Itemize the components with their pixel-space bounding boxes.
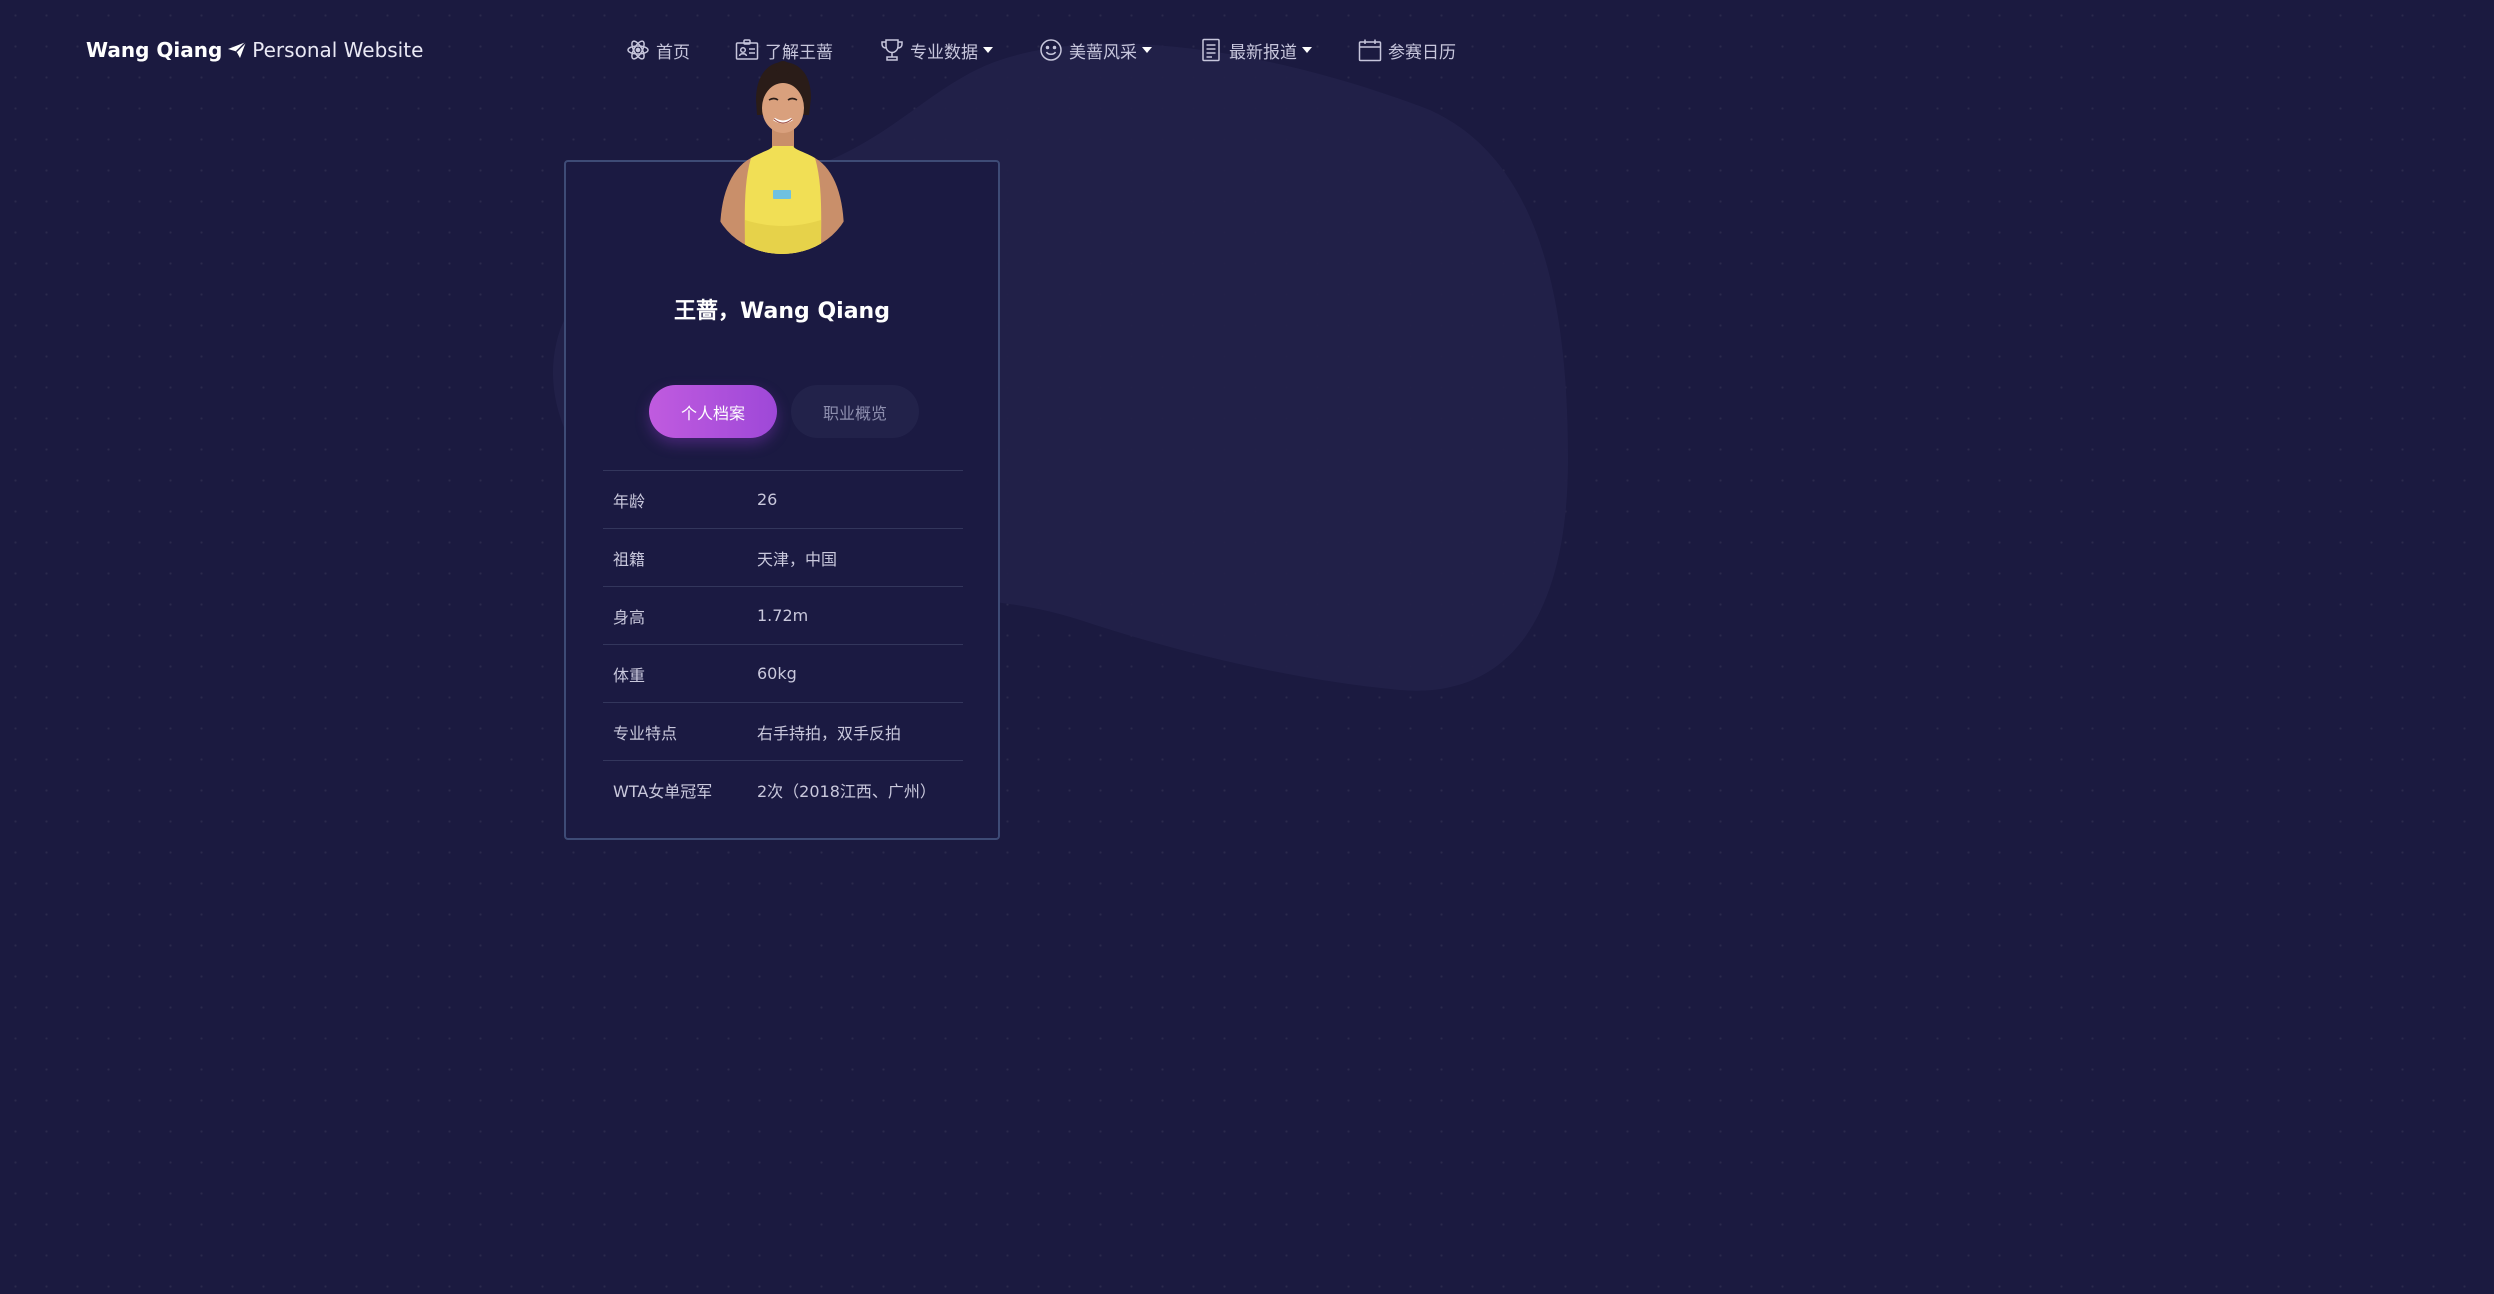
nav-item-calendar[interactable]: 参赛日历 (1358, 34, 1456, 66)
table-row: 年龄 26 (603, 470, 963, 529)
row-label: 专业特点 (613, 723, 678, 743)
smile-icon (1039, 38, 1063, 62)
chevron-down-icon (983, 47, 993, 53)
chevron-down-icon (1142, 47, 1152, 53)
trophy-icon (880, 38, 904, 62)
nav-label: 了解王蔷 (765, 42, 833, 63)
row-value: 1.72m (757, 606, 809, 625)
player-name: 王蔷，Wang Qiang (674, 299, 890, 324)
table-row: 身高 1.72m (603, 586, 963, 645)
row-value: 26 (757, 490, 778, 509)
table-row: 专业特点 右手持拍，双手反拍 (603, 702, 963, 761)
nav-label: 首页 (656, 42, 690, 63)
profile-tabs: 个人档案 职业概览 (649, 385, 919, 438)
tab-profile[interactable]: 个人档案 (649, 385, 777, 438)
nav-label: 专业数据 (910, 42, 978, 63)
nav-item-gallery[interactable]: 美蔷风采 (1039, 34, 1152, 66)
row-value: 2次（2018江西、广州） (757, 781, 936, 801)
row-label: 体重 (613, 665, 646, 685)
news-icon (1199, 38, 1223, 62)
row-label: WTA女单冠军 (613, 781, 713, 801)
table-row: 祖籍 天津，中国 (603, 528, 963, 587)
row-label: 年龄 (613, 491, 646, 511)
nav-item-home[interactable]: 首页 (626, 34, 690, 66)
player-avatar (711, 60, 853, 254)
row-value: 天津，中国 (757, 549, 838, 569)
nav-item-stats[interactable]: 专业数据 (880, 34, 993, 66)
row-value: 60kg (757, 664, 797, 683)
nav-item-news[interactable]: 最新报道 (1199, 34, 1312, 66)
nav-label: 美蔷风采 (1069, 42, 1137, 63)
id-card-icon (735, 38, 759, 62)
nav-label: 最新报道 (1229, 42, 1297, 63)
atom-icon (626, 38, 650, 62)
chevron-down-icon (1302, 47, 1312, 53)
row-label: 身高 (613, 607, 646, 627)
nav-label: 参赛日历 (1388, 42, 1456, 63)
row-value: 右手持拍，双手反拍 (757, 723, 902, 743)
profile-info-table: 年龄 26 祖籍 天津，中国 身高 1.72m 体重 60kg 专业特点 右手持… (603, 470, 963, 819)
table-row: WTA女单冠军 2次（2018江西、广州） (603, 760, 963, 819)
tab-career-overview[interactable]: 职业概览 (791, 385, 919, 438)
table-row: 体重 60kg (603, 644, 963, 703)
calendar-icon (1358, 38, 1382, 62)
row-label: 祖籍 (613, 549, 646, 569)
